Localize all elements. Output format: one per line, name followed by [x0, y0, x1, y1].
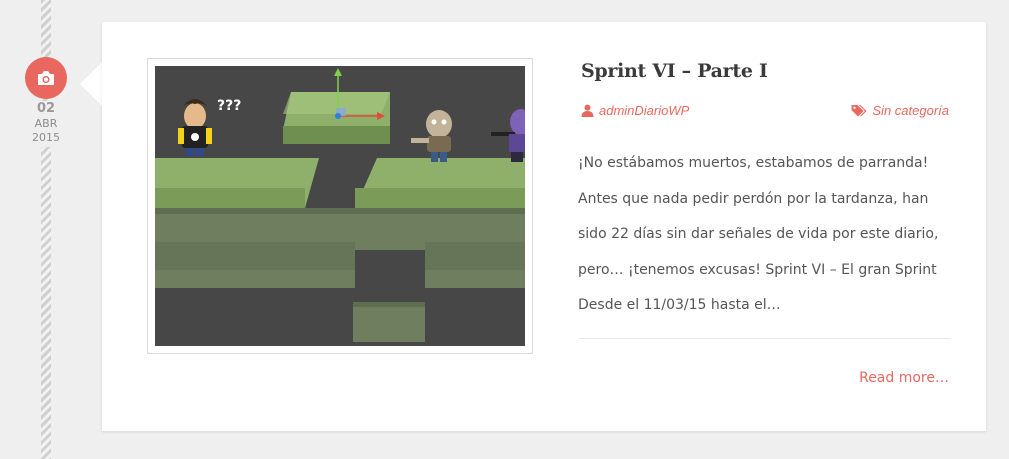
card-pointer: [80, 62, 102, 106]
read-more-link[interactable]: Read more…: [859, 370, 949, 386]
date-day: 02: [36, 101, 56, 116]
post-author[interactable]: adminDiarioWP: [581, 103, 689, 118]
author-name[interactable]: adminDiarioWP: [599, 103, 689, 118]
divider: [579, 338, 951, 339]
image-caption: ???: [217, 98, 241, 114]
post-thumbnail[interactable]: ???: [147, 58, 533, 354]
user-icon: [581, 104, 594, 117]
date-year: 2015: [32, 131, 60, 144]
post-excerpt: ¡No estábamos muertos, estabamos de parr…: [578, 155, 939, 313]
camera-icon: [38, 71, 54, 85]
post-format-badge: [25, 57, 67, 99]
post-title[interactable]: Sprint VI – Parte I: [581, 60, 768, 82]
category-name[interactable]: Sin categoría: [872, 103, 949, 118]
post-category[interactable]: Sin categoría: [851, 103, 949, 118]
game-screenshot-image: ???: [155, 66, 525, 346]
post-date-badge: 02 ABR 2015: [24, 57, 68, 147]
tags-icon: [851, 105, 867, 117]
post-card: ??? Sprint VI – Parte I adminDiarioWP Si…: [102, 22, 986, 431]
date-month: ABR: [34, 117, 58, 130]
